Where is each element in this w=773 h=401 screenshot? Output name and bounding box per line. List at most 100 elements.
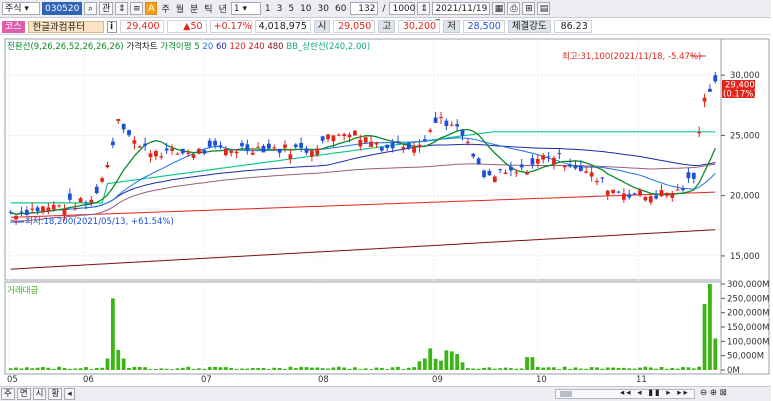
bb-legend[interactable]: BB_상한선(240,2.00) xyxy=(286,42,370,52)
candle-body xyxy=(385,144,390,148)
ichimoku-legend[interactable]: 전환선(9,26,26,52,26,26,26) xyxy=(7,42,124,52)
volume-bar xyxy=(137,366,142,370)
volume-bar xyxy=(686,367,691,370)
quick-60[interactable]: 60 xyxy=(333,4,348,14)
volume-legend[interactable]: 거래대금 xyxy=(7,284,38,296)
volume-bar xyxy=(476,368,481,370)
volume-tick-label: 150,000M xyxy=(727,323,769,333)
candle-body xyxy=(24,209,29,215)
info-icon[interactable]: i xyxy=(106,20,117,33)
price-chart-legend[interactable]: 가격차트 xyxy=(126,42,157,52)
spin-icon[interactable]: ⇕ xyxy=(115,2,129,15)
scroll-thumb[interactable] xyxy=(560,391,572,397)
print-icon[interactable]: ⎙ xyxy=(507,2,521,15)
candle-body xyxy=(41,206,45,213)
ma240-legend[interactable]: 240 xyxy=(248,42,264,52)
month-label: 08 xyxy=(318,375,329,382)
grid-icon[interactable]: ⊞ xyxy=(522,2,536,15)
search-icon[interactable]: ⌕ xyxy=(84,2,97,15)
range-button[interactable]: 황 xyxy=(48,388,63,400)
period-week[interactable]: 주 xyxy=(159,2,171,15)
volume-bar xyxy=(132,366,137,370)
volume-bar xyxy=(186,366,191,370)
volume-bar xyxy=(422,358,427,370)
volume-bar xyxy=(164,368,169,370)
candle-body xyxy=(379,147,384,151)
list-icon[interactable]: ≡ xyxy=(130,2,144,15)
candle-body xyxy=(51,204,56,210)
auto-button[interactable]: A xyxy=(145,2,158,15)
volume-bar xyxy=(127,368,131,370)
volume-bar xyxy=(14,367,18,370)
ma60-legend[interactable]: 60 xyxy=(216,42,227,52)
candle-body xyxy=(78,198,83,203)
candle-body xyxy=(320,136,325,141)
code-input[interactable]: 030520 xyxy=(42,2,82,15)
period-year[interactable]: 년 xyxy=(217,2,229,15)
stock-name[interactable]: 한글과컴퓨터 xyxy=(27,20,104,33)
ma120-legend[interactable]: 120 xyxy=(229,42,245,52)
ma-legend-label[interactable]: 가격이평 xyxy=(160,42,191,52)
ma5-legend[interactable]: 5 xyxy=(194,42,199,52)
high-label: 고 xyxy=(378,20,396,33)
save-icon[interactable]: ▤ xyxy=(537,2,551,15)
candle-body xyxy=(546,156,551,158)
candle-body xyxy=(19,211,24,213)
gwan-button[interactable]: 관 xyxy=(99,2,114,15)
candle-body xyxy=(482,170,486,178)
bottom-bar: 주 면 시 황 ◂ ◂◂ ◂ ▮▮ ▸ ▸▸ ⊖ ⊕ ⊠ xyxy=(0,386,771,401)
type-select[interactable]: 주식 ▾ xyxy=(2,2,40,15)
candle-body xyxy=(492,176,497,183)
volume-bar xyxy=(568,368,572,370)
volume-bar xyxy=(552,367,556,370)
stock-info-bar: 코스 한글과컴퓨터 i 29,400 ▲50 +0.17% 4,018,975 … xyxy=(0,19,771,35)
month-button[interactable]: 면 xyxy=(16,388,31,400)
date-select[interactable]: 2021/11/19 ▾ xyxy=(432,2,491,27)
ma20-legend[interactable]: 20 xyxy=(202,42,213,52)
volume-bar xyxy=(240,368,244,370)
volume-bar xyxy=(519,368,524,370)
period-minute[interactable]: 분 xyxy=(188,2,200,15)
total-spin-icon[interactable]: ⇕ xyxy=(417,2,431,15)
period-month[interactable]: 월 xyxy=(174,2,186,15)
volume-bar xyxy=(51,368,56,370)
week-button[interactable]: 주 xyxy=(1,388,15,400)
quick-30[interactable]: 30 xyxy=(316,4,331,14)
volume-bar xyxy=(643,366,648,370)
quick-3[interactable]: 3 xyxy=(275,4,285,14)
period-tick[interactable]: 틱 xyxy=(202,2,214,15)
volume-bar xyxy=(304,367,309,370)
chart-settings-icon[interactable]: ▦ xyxy=(492,2,506,15)
quick-1[interactable]: 1 xyxy=(263,4,273,14)
ma480-legend[interactable]: 480 xyxy=(267,42,283,52)
total-input[interactable]: 1000 xyxy=(389,2,416,15)
quick-10[interactable]: 10 xyxy=(298,4,313,14)
chart-area[interactable]: 30,000 25,000 20,000 15,000 300,000M 250,000M… xyxy=(0,36,771,385)
volume-bar xyxy=(417,361,422,370)
nav-controls-icon[interactable]: ◂◂ ◂ ▮▮ ▸ ▸▸ xyxy=(620,388,690,398)
candle-body xyxy=(256,146,261,148)
volume-bar xyxy=(406,367,411,370)
candle-body xyxy=(105,165,110,168)
candle-body xyxy=(589,172,594,177)
volume-bars xyxy=(8,284,718,370)
price-tick-label: 15,000 xyxy=(730,252,760,262)
market-tag: 코스 xyxy=(2,20,25,33)
quick-5[interactable]: 5 xyxy=(286,4,296,14)
candle-body xyxy=(665,192,669,196)
candle-body xyxy=(578,165,583,172)
candle-body xyxy=(272,147,277,149)
candle-body xyxy=(417,144,422,148)
candle-body xyxy=(342,134,347,137)
scroll-left-icon[interactable]: ◂ xyxy=(64,388,75,400)
change-rate: +0.17% xyxy=(209,20,252,33)
chart-canvas[interactable]: 30,00025,00020,00015,000300,000M250,000M… xyxy=(0,36,771,385)
count-input[interactable]: 132 xyxy=(350,2,379,15)
zoom-controls-icon[interactable]: ⊖ ⊕ ⊠ xyxy=(700,388,727,398)
date-value: 2021/11/19 xyxy=(435,4,488,14)
candle-body xyxy=(562,165,567,168)
unit-select[interactable]: 1 ▾ xyxy=(230,2,261,15)
indicator-lines xyxy=(10,128,716,270)
volume-bar xyxy=(439,360,443,370)
time-button[interactable]: 시 xyxy=(32,388,47,400)
